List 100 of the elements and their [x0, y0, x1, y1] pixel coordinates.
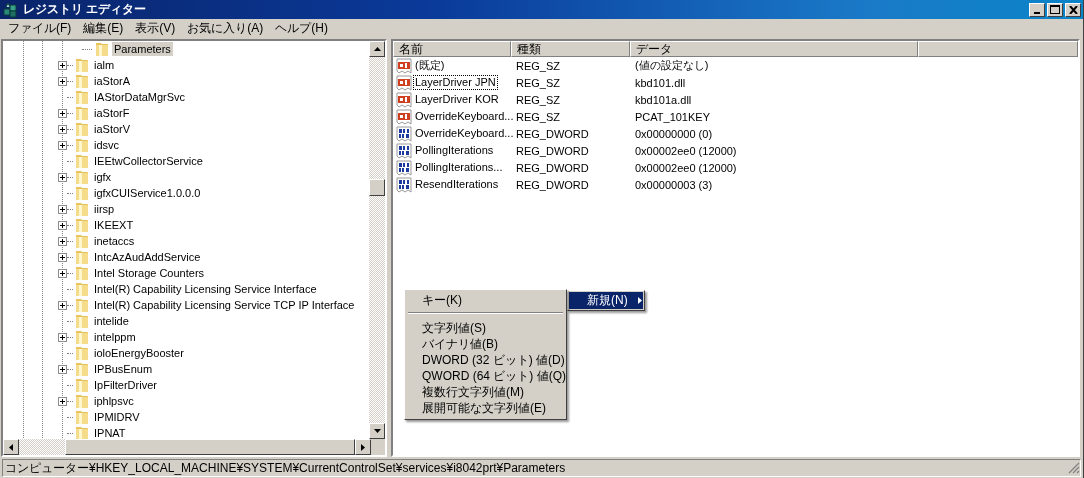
folder-icon — [74, 265, 90, 281]
scroll-thumb[interactable] — [65, 439, 355, 455]
tree-item[interactable]: igfxCUIService1.0.0.0 — [92, 186, 203, 200]
menu-item[interactable]: キー(K) — [406, 292, 565, 308]
expand-icon[interactable] — [58, 124, 67, 134]
menu-item[interactable]: DWORD (32 ビット) 値(D) — [406, 352, 565, 368]
tree-item[interactable]: IPBusEnum — [92, 362, 155, 376]
folder-icon — [74, 425, 90, 439]
menu-item[interactable]: 複数行文字列値(M) — [406, 384, 565, 400]
tree-item[interactable]: idsvc — [92, 138, 122, 152]
menu-item[interactable]: 展開可能な文字列値(E) — [406, 400, 565, 416]
value-type: REG_SZ — [515, 110, 561, 123]
expand-icon[interactable] — [58, 172, 67, 182]
tree-item[interactable]: IKEEXT — [92, 218, 136, 232]
menu-item[interactable]: お気に入り(A) — [181, 20, 270, 37]
expand-icon[interactable] — [58, 364, 67, 374]
value-name[interactable]: OverrideKeyboard... — [413, 109, 516, 124]
value-data: PCAT_101KEY — [634, 110, 711, 123]
value-name[interactable]: LayerDriver JPN — [413, 75, 498, 90]
expand-icon[interactable] — [58, 204, 67, 214]
tree-item[interactable]: Parameters — [112, 42, 173, 56]
scroll-up-icon[interactable] — [373, 47, 381, 51]
column-header[interactable]: 種類 — [511, 41, 630, 57]
tree-item[interactable]: IntcAzAudAddService — [92, 250, 203, 264]
scroll-thumb[interactable] — [369, 179, 385, 196]
expand-icon[interactable] — [58, 268, 67, 278]
expand-icon[interactable] — [58, 396, 67, 406]
tree-item[interactable]: iaStorA — [92, 74, 133, 88]
maximize-button[interactable] — [1047, 2, 1063, 17]
tree-item[interactable]: iaStorF — [92, 106, 132, 120]
value-type: REG_DWORD — [515, 178, 590, 191]
tree-item[interactable]: Intel(R) Capability Licensing Service TCP IP Interface — [92, 298, 357, 312]
tree-item[interactable]: iirsp — [92, 202, 117, 216]
menu-item[interactable]: 新規(N) — [569, 292, 643, 309]
menu-item[interactable]: QWORD (64 ビット) 値(Q) — [406, 368, 565, 384]
value-name[interactable]: (既定) — [413, 58, 447, 73]
scroll-down-icon[interactable] — [373, 429, 381, 433]
value-name[interactable]: LayerDriver KOR — [413, 92, 501, 107]
menu-item[interactable]: 文字列値(S) — [406, 320, 565, 336]
resize-grip-icon[interactable] — [1068, 462, 1080, 474]
tree-item[interactable]: intelide — [92, 314, 131, 328]
tree-item[interactable]: Intel Storage Counters — [92, 266, 207, 280]
horizontal-scrollbar[interactable] — [3, 439, 385, 455]
close-button[interactable] — [1065, 2, 1081, 17]
folder-icon — [74, 361, 90, 377]
expand-icon[interactable] — [58, 332, 67, 342]
tree-item[interactable]: Intel(R) Capability Licensing Service Interface — [92, 282, 319, 296]
tree-item[interactable]: iphlpsvc — [92, 394, 136, 408]
expand-icon[interactable] — [58, 108, 67, 118]
close-icon — [1068, 5, 1078, 14]
scroll-right-icon[interactable] — [361, 443, 365, 451]
value-name[interactable]: PollingIterations — [413, 143, 496, 158]
expand-icon[interactable] — [58, 60, 67, 70]
column-header[interactable] — [918, 41, 1078, 57]
column-header[interactable]: データ — [630, 41, 918, 57]
expand-icon[interactable] — [58, 140, 67, 150]
menu-item[interactable]: ファイル(F) — [2, 20, 78, 37]
column-header[interactable]: 名前 — [393, 41, 511, 57]
menu-item[interactable]: 表示(V) — [129, 20, 182, 37]
value-name[interactable]: PollingIterations... — [413, 160, 505, 175]
expand-icon[interactable] — [58, 300, 67, 310]
value-data: kbd101a.dll — [634, 93, 693, 106]
folder-icon — [74, 89, 90, 105]
registry-cubes-icon — [3, 1, 19, 18]
vertical-scrollbar[interactable] — [369, 41, 385, 439]
tree-item[interactable]: intelppm — [92, 330, 138, 344]
expand-icon[interactable] — [58, 252, 67, 262]
folder-icon — [74, 249, 90, 265]
tree-item[interactable]: IAStorDataMgrSvc — [92, 90, 188, 104]
binary-value-icon — [396, 159, 412, 176]
tree-item[interactable]: IPMIDRV — [92, 410, 142, 424]
tree-item[interactable]: IPNAT — [92, 426, 128, 439]
value-name[interactable]: ResendIterations — [413, 177, 501, 192]
value-data: 0x00000000 (0) — [634, 127, 714, 140]
menu-item[interactable]: バイナリ値(B) — [406, 336, 565, 352]
menu-item[interactable]: 編集(E) — [77, 20, 130, 37]
minimize-icon — [1034, 11, 1040, 14]
tree-item[interactable]: ialm — [92, 58, 117, 72]
value-name[interactable]: OverrideKeyboard... — [413, 126, 516, 141]
folder-icon — [74, 201, 90, 217]
submenu-arrow-icon — [637, 297, 642, 304]
value-data: 0x00000003 (3) — [634, 178, 714, 191]
expand-icon[interactable] — [58, 220, 67, 230]
tree-item[interactable]: IEEtwCollectorService — [92, 154, 205, 168]
maximize-icon — [1050, 5, 1060, 14]
tree-item[interactable]: ioloEnergyBooster — [92, 346, 186, 360]
folder-icon — [74, 57, 90, 73]
binary-value-icon — [396, 176, 412, 193]
string-value-icon — [396, 91, 412, 108]
window-title: レジストリ エディター — [23, 1, 148, 18]
minimize-button[interactable] — [1029, 2, 1045, 17]
scroll-left-icon[interactable] — [9, 443, 13, 451]
expand-icon[interactable] — [58, 76, 67, 86]
tree-item[interactable]: igfx — [92, 170, 114, 184]
menu-item[interactable]: ヘルプ(H) — [269, 20, 334, 37]
folder-icon — [74, 313, 90, 329]
tree-item[interactable]: inetaccs — [92, 234, 137, 248]
expand-icon[interactable] — [58, 236, 67, 246]
tree-item[interactable]: IpFilterDriver — [92, 378, 159, 392]
tree-item[interactable]: iaStorV — [92, 122, 133, 136]
